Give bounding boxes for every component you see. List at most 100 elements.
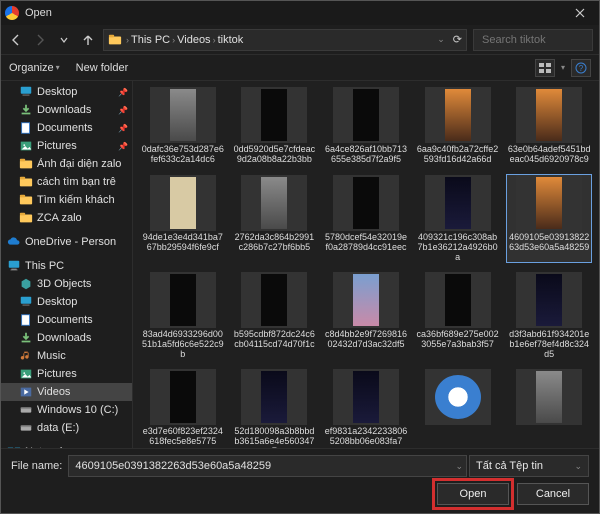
tree-item[interactable]: Ảnh đại diện zalo <box>1 155 132 173</box>
tree-item[interactable]: Desktop <box>1 293 132 311</box>
close-button[interactable] <box>565 1 595 25</box>
file-name: d3f3abd61f934201eb1e6ef78ef4d8c324d5 <box>507 330 591 359</box>
file-item[interactable]: 52d180098a3b8bbdb3615a6e4e5603477 <box>233 369 317 448</box>
file-item[interactable]: c8d4bb2e9f726981602432d7d3ac32df5 <box>324 272 408 359</box>
file-thumbnail <box>241 369 307 425</box>
tree-item-thispc[interactable]: This PC <box>1 257 132 275</box>
tree-item[interactable]: Documents <box>1 311 132 329</box>
chevron-down-icon[interactable]: ⌄ <box>437 34 445 45</box>
file-item[interactable]: 2762da3c864b2991c286b7c27bf6bb5 <box>233 175 317 262</box>
file-thumbnail <box>150 272 216 328</box>
file-thumbnail <box>516 369 582 425</box>
file-name: e3d7e60f823ef2324618fec5e8e5775 <box>141 427 225 447</box>
search-input[interactable] <box>482 34 600 46</box>
tree-item[interactable]: Documents📌 <box>1 119 132 137</box>
file-item[interactable]: 63e0b64adef5451bdeac045d6920978c9 <box>507 87 591 165</box>
tree-item-onedrive[interactable]: OneDrive - Person <box>1 233 132 251</box>
file-thumbnail <box>425 87 491 143</box>
tree-item[interactable]: Downloads <box>1 329 132 347</box>
desktop-icon <box>19 85 33 99</box>
tree-item[interactable]: Music <box>1 347 132 365</box>
chevron-right-icon: › <box>172 35 175 45</box>
file-thumbnail <box>425 175 491 231</box>
downloads-icon <box>19 103 33 117</box>
file-name: 63e0b64adef5451bdeac045d6920978c9 <box>507 145 591 165</box>
file-name: c8d4bb2e9f726981602432d7d3ac32df5 <box>324 330 408 350</box>
file-thumbnail <box>150 87 216 143</box>
pc-icon <box>7 259 21 273</box>
new-folder-button[interactable]: New folder <box>76 62 129 74</box>
titlebar: Open <box>1 1 599 25</box>
file-item[interactable]: ef9831a23422338065208bb06e083fa7 <box>324 369 408 448</box>
back-button[interactable] <box>7 31 25 49</box>
file-item[interactable]: 0dafc36e753d287e6fef633c2a14dc6 <box>141 87 225 165</box>
filename-input[interactable] <box>68 455 467 477</box>
folder-icon <box>19 193 33 207</box>
file-item[interactable]: 409321c196c308ab7b1e36212a4926b0a <box>416 175 500 262</box>
file-thumbnail <box>516 87 582 143</box>
file-name: 0dd5920d5e7cfdeac9d2a08b8a22b3bb <box>233 145 317 165</box>
file-thumbnail <box>241 175 307 231</box>
chevron-right-icon: › <box>126 35 129 45</box>
file-thumbnail <box>150 369 216 425</box>
organize-button[interactable]: Organize ▾ <box>9 62 60 74</box>
navigation-tree: Desktop📌Downloads📌Documents📌Pictures📌Ảnh… <box>1 81 133 448</box>
filetype-select[interactable]: Tất cả Tệp tin ⌄ <box>469 455 589 477</box>
search-box[interactable] <box>473 29 593 51</box>
forward-button[interactable] <box>31 31 49 49</box>
open-button[interactable]: Open <box>437 483 509 505</box>
file-item[interactable]: 0dd5920d5e7cfdeac9d2a08b8a22b3bb <box>233 87 317 165</box>
chevron-down-icon[interactable]: ⌄ <box>455 461 463 472</box>
drive-icon <box>19 421 33 435</box>
window-title: Open <box>25 7 565 19</box>
tree-item[interactable]: Videos <box>1 383 132 401</box>
file-item[interactable]: 5780dcef54e32019ef0a28789d4cc91eec <box>324 175 408 262</box>
file-thumbnail <box>241 272 307 328</box>
file-item[interactable]: 6a4ce826af10bb713655e385d7f2a9f5 <box>324 87 408 165</box>
view-layout-button[interactable] <box>535 59 555 77</box>
help-button[interactable]: ? <box>571 59 591 77</box>
file-item[interactable]: 83ad4d6933296d0051b1a5fd6c6e522c9b <box>141 272 225 359</box>
tree-item[interactable]: Downloads📌 <box>1 101 132 119</box>
file-item[interactable]: d3f3abd61f934201eb1e6ef78ef4d8c324d5 <box>507 272 591 359</box>
cancel-button[interactable]: Cancel <box>517 483 589 505</box>
tree-item[interactable]: Tìm kiếm khách <box>1 191 132 209</box>
tree-item[interactable]: Pictures <box>1 365 132 383</box>
address-bar: › This PC › Videos › tiktok ⌄ ⟳ <box>1 25 599 55</box>
chevron-down-icon[interactable]: ▾ <box>561 63 565 72</box>
tree-item[interactable]: ZCA zalo <box>1 209 132 227</box>
file-item[interactable]: ca36bf689e275e0023055e7a3bab3f57 <box>416 272 500 359</box>
refresh-button[interactable]: ⟳ <box>453 33 462 46</box>
drive-icon <box>19 403 33 417</box>
recent-locations-button[interactable] <box>55 31 73 49</box>
file-item[interactable]: e3d7e60f823ef2324618fec5e8e5775 <box>141 369 225 448</box>
tree-item[interactable]: cách tìm bạn trê <box>1 173 132 191</box>
file-item[interactable]: b595cdbf872dc24c6cb04115cd74d70f1c <box>233 272 317 359</box>
file-item[interactable] <box>507 369 591 448</box>
file-name: 6aa9c40fb2a72cffe2593fd16d42a66d <box>416 145 500 165</box>
tree-item[interactable]: data (E:) <box>1 419 132 437</box>
tree-item[interactable]: Windows 10 (C:) <box>1 401 132 419</box>
downloads-icon <box>19 331 33 345</box>
file-name: 2762da3c864b2991c286b7c27bf6bb5 <box>233 233 317 253</box>
folder-icon <box>19 175 33 189</box>
file-item[interactable] <box>416 369 500 448</box>
file-thumbnail <box>241 87 307 143</box>
file-name: 4609105e0391382263d53e60a5a48259 <box>507 233 591 253</box>
file-item[interactable]: 4609105e0391382263d53e60a5a48259 <box>507 175 591 262</box>
breadcrumb[interactable]: › This PC › Videos › tiktok ⌄ ⟳ <box>103 29 467 51</box>
file-thumbnail <box>333 272 399 328</box>
folder-icon <box>19 157 33 171</box>
up-button[interactable] <box>79 31 97 49</box>
breadcrumb-segment[interactable]: Videos <box>177 34 210 46</box>
breadcrumb-segment[interactable]: tiktok <box>218 34 244 46</box>
tree-item[interactable]: 3D Objects <box>1 275 132 293</box>
pin-icon: 📌 <box>118 106 128 115</box>
file-name: 52d180098a3b8bbdb3615a6e4e5603477 <box>233 427 317 448</box>
tree-item[interactable]: Pictures📌 <box>1 137 132 155</box>
breadcrumb-segment[interactable]: This PC <box>131 34 170 46</box>
file-item[interactable]: 6aa9c40fb2a72cffe2593fd16d42a66d <box>416 87 500 165</box>
tree-item[interactable]: Desktop📌 <box>1 83 132 101</box>
chrome-icon <box>5 6 19 20</box>
file-item[interactable]: 94de1e3e4d341ba767bb29594f6fe9cf <box>141 175 225 262</box>
